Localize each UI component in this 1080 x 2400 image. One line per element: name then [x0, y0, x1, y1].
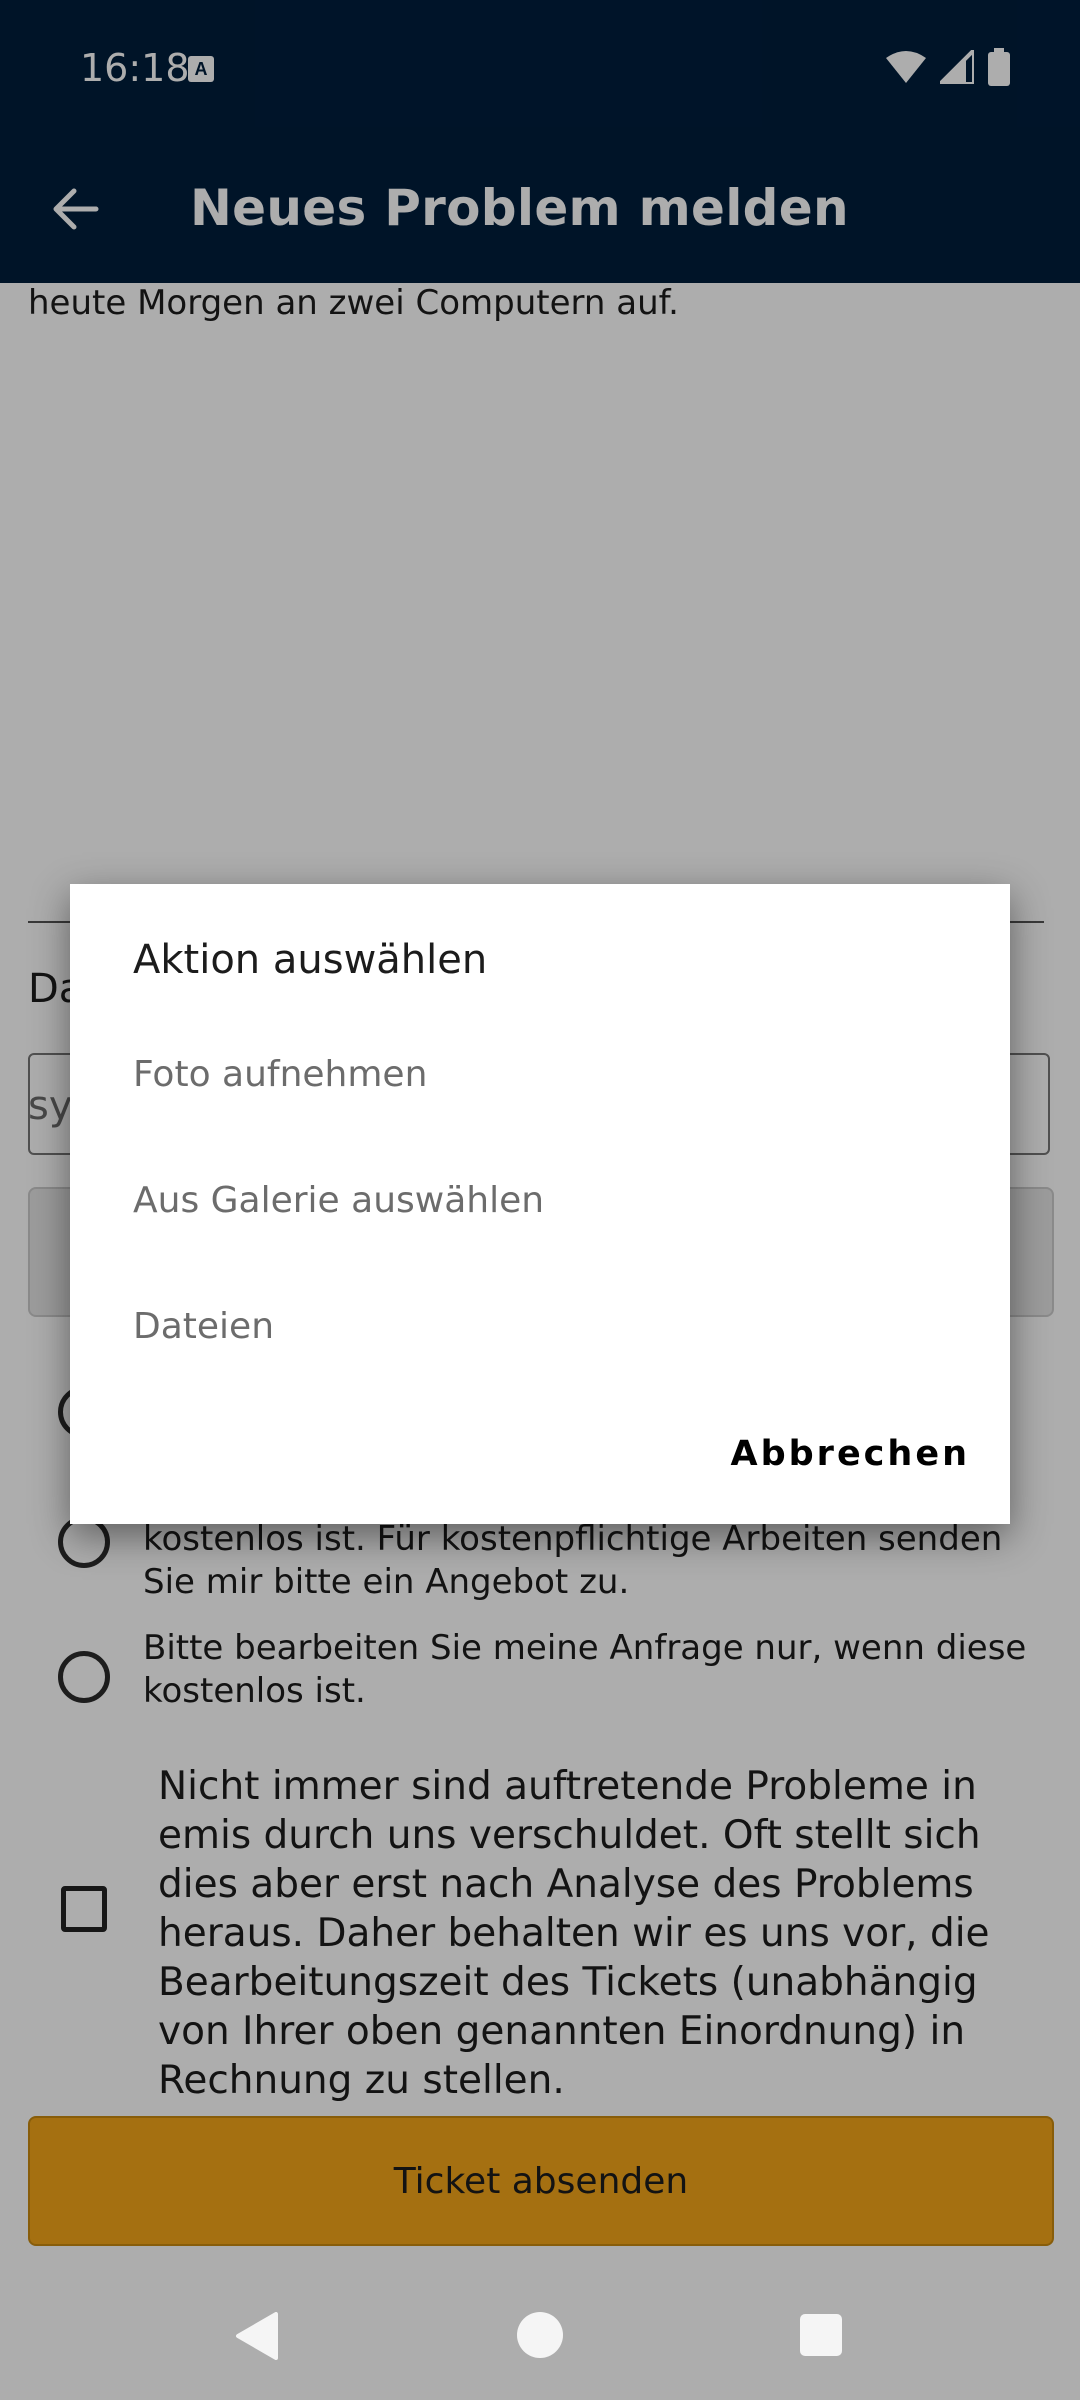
action-dialog: Aktion auswählen Foto aufnehmen Aus Gale… [70, 884, 1010, 1524]
nav-recents-icon[interactable] [800, 2314, 842, 2356]
dialog-item-take-photo[interactable]: Foto aufnehmen [133, 1054, 427, 1095]
nav-back-icon[interactable] [234, 2312, 280, 2360]
nav-home-icon[interactable] [517, 2312, 563, 2358]
cancel-button[interactable]: Abbrechen [730, 1434, 970, 1474]
dialog-item-files[interactable]: Dateien [133, 1306, 274, 1347]
dialog-title: Aktion auswählen [133, 937, 488, 983]
dialog-item-gallery[interactable]: Aus Galerie auswählen [133, 1180, 544, 1221]
